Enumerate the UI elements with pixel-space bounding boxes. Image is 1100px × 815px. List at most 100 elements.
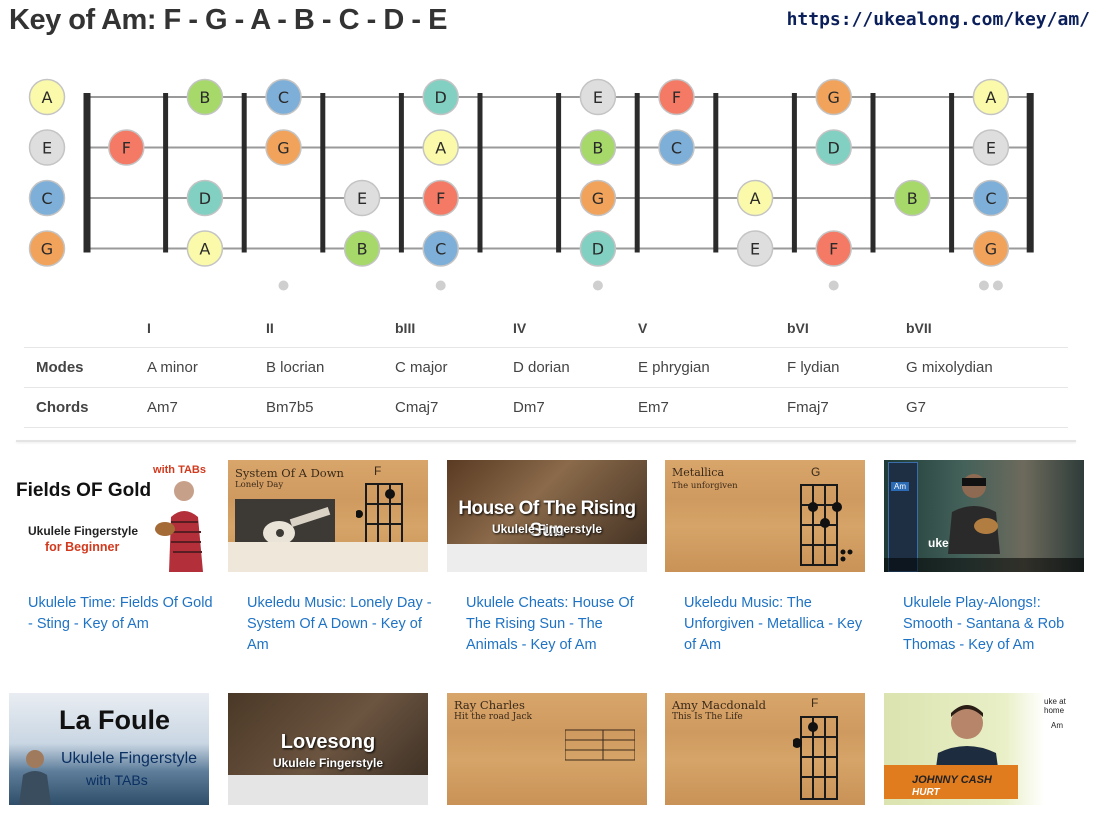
note-label: G bbox=[985, 240, 997, 259]
video-thumbnail[interactable]: Amy Macdonald This Is The Life F bbox=[665, 693, 865, 805]
note-marker: E bbox=[343, 179, 381, 217]
note-label: E bbox=[986, 139, 996, 158]
caption-bar bbox=[884, 558, 1084, 572]
tab-staff-icon bbox=[565, 729, 635, 761]
video-title-link[interactable]: Ukeledu Music: Lonely Day - System Of A … bbox=[228, 593, 432, 656]
section-divider bbox=[16, 440, 1076, 442]
note-marker: E bbox=[972, 129, 1010, 166]
video-thumbnail[interactable]: Lovesong Ukulele Fingerstyle bbox=[228, 693, 428, 805]
video-thumbnail[interactable]: Ray Charles Hit the road Jack bbox=[447, 693, 647, 805]
degree-cell: V bbox=[638, 319, 648, 336]
note-label: D bbox=[199, 189, 211, 208]
video-card[interactable]: uke at home Am JOHNNY CASH HURT bbox=[884, 693, 1084, 805]
fretboard-diagram: A E C G B C D E F G A F G A B C D E D E F G A B C A B C D E F G bbox=[28, 78, 1034, 291]
note-marker: C bbox=[265, 78, 302, 116]
note-marker: F bbox=[658, 78, 695, 116]
note-label: E bbox=[593, 88, 603, 107]
note-marker: C bbox=[422, 230, 459, 267]
note-label: E bbox=[750, 240, 760, 259]
mode-cell: G mixolydian bbox=[906, 347, 1068, 388]
note-label: B bbox=[907, 189, 918, 208]
thumb-chord-name: Am bbox=[891, 482, 909, 491]
video-title-link[interactable]: Ukeledu Music: The Unforgiven - Metallic… bbox=[665, 593, 869, 656]
note-label: E bbox=[357, 189, 367, 208]
video-thumbnail[interactable]: Metallica The unforgiven G bbox=[665, 460, 865, 572]
video-thumbnail[interactable]: uke at home Am JOHNNY CASH HURT bbox=[884, 693, 1084, 805]
thumb-subtitle: Ukulele Fingerstyle bbox=[61, 750, 198, 767]
note-label: A bbox=[435, 139, 446, 158]
player-figure bbox=[155, 481, 203, 572]
video-thumbnail[interactable]: Am ukeoke bbox=[884, 460, 1084, 572]
performer-figure bbox=[948, 474, 1000, 554]
note-marker: A bbox=[972, 78, 1010, 116]
note-marker: D bbox=[579, 230, 617, 267]
mode-cell: E phrygian bbox=[638, 347, 787, 388]
inlay-dot bbox=[278, 280, 289, 291]
video-thumbnail[interactable]: La Foule Ukulele Fingerstyle with TABs bbox=[9, 693, 209, 805]
chord-diagram-icon bbox=[800, 484, 853, 566]
note-label: D bbox=[592, 240, 604, 259]
video-thumbnail[interactable]: Fields OF Gold with TABs Ukulele Fingers… bbox=[9, 460, 209, 572]
note-label: B bbox=[592, 139, 603, 158]
video-card[interactable]: La Foule Ukulele Fingerstyle with TABs bbox=[9, 693, 209, 805]
note-label: F bbox=[829, 240, 838, 259]
page-url[interactable]: https://ukealong.com/key/am/ bbox=[787, 9, 1090, 30]
video-title-link[interactable]: Ukulele Play-Alongs!: Smooth - Santana &… bbox=[884, 593, 1088, 656]
video-title-link[interactable]: Ukulele Time: Fields Of Gold - Sting - K… bbox=[9, 593, 213, 635]
note-marker: C bbox=[28, 179, 66, 217]
note-label: E bbox=[42, 139, 52, 158]
player-figure bbox=[19, 750, 51, 805]
note-marker: B bbox=[186, 78, 224, 116]
chord-chart-panel bbox=[888, 462, 918, 572]
video-card[interactable]: Am ukeoke Ukulele Play-Alongs!: Smooth -… bbox=[884, 460, 1084, 656]
thumb-subtitle: Lonely Day bbox=[235, 480, 284, 490]
modes-row: Modes A minor B locrian C major D dorian… bbox=[24, 347, 1068, 388]
thumb-title: Lovesong bbox=[280, 731, 376, 753]
thumb-chord-name: F bbox=[374, 464, 382, 478]
thumb-badge: uke at home bbox=[1044, 697, 1066, 715]
video-card[interactable]: House Of The Rising Sun Ukulele Fingerst… bbox=[447, 460, 647, 656]
thumb-subtitle-2: with TABs bbox=[86, 772, 148, 788]
degree-cell: IV bbox=[513, 319, 527, 336]
chords-row-label: Chords bbox=[24, 387, 147, 428]
chord-cell: Em7 bbox=[638, 387, 787, 428]
thumb-subtitle: Ukulele Fingerstyle bbox=[491, 522, 603, 536]
note-label: F bbox=[122, 139, 131, 158]
thumb-title: Ray Charles bbox=[454, 698, 525, 712]
mode-cell: C major bbox=[395, 347, 513, 388]
scale-table: I II bIII IV V bVI bVII Modes A minor B … bbox=[24, 308, 1068, 428]
video-card[interactable]: Ray Charles Hit the road Jack bbox=[447, 693, 647, 805]
video-title-link[interactable]: Ukulele Cheats: House Of The Rising Sun … bbox=[447, 593, 651, 656]
video-thumbnail[interactable]: House Of The Rising Sun Ukulele Fingerst… bbox=[447, 460, 647, 572]
video-card[interactable]: Fields OF Gold with TABs Ukulele Fingers… bbox=[9, 460, 213, 635]
note-marker: F bbox=[422, 179, 459, 217]
note-marker: B bbox=[894, 179, 931, 217]
thumb-chord-name: Am bbox=[1051, 721, 1063, 730]
video-card[interactable]: Metallica The unforgiven G Ukeledu Music… bbox=[665, 460, 865, 656]
note-label: C bbox=[985, 189, 996, 208]
mode-cell: F lydian bbox=[787, 347, 906, 388]
video-card[interactable]: Amy Macdonald This Is The Life F bbox=[665, 693, 865, 805]
tab-strip bbox=[228, 542, 428, 572]
thumb-subtitle: The unforgiven bbox=[672, 481, 738, 491]
note-marker: A bbox=[186, 230, 224, 267]
note-label: A bbox=[199, 240, 210, 259]
video-card[interactable]: Lovesong Ukulele Fingerstyle bbox=[228, 693, 428, 805]
mode-cell: A minor bbox=[147, 347, 266, 388]
inlay-dot bbox=[828, 280, 839, 291]
note-marker: C bbox=[972, 179, 1010, 217]
note-label: G bbox=[277, 139, 289, 158]
note-marker: F bbox=[108, 129, 145, 166]
thumb-subtitle-2: for Beginner bbox=[45, 540, 120, 554]
note-label: B bbox=[199, 88, 210, 107]
note-marker: B bbox=[343, 230, 381, 267]
video-thumbnail[interactable]: System Of A Down Lonely Day F bbox=[228, 460, 428, 572]
note-label: D bbox=[435, 88, 447, 107]
note-marker: A bbox=[28, 78, 66, 116]
note-label: B bbox=[357, 240, 368, 259]
video-card[interactable]: System Of A Down Lonely Day F Ukeledu Mu… bbox=[228, 460, 432, 656]
note-marker: F bbox=[815, 230, 852, 267]
note-label: F bbox=[672, 88, 681, 107]
thumb-subtitle: HURT bbox=[912, 787, 940, 798]
thumb-title: Metallica bbox=[672, 466, 725, 479]
